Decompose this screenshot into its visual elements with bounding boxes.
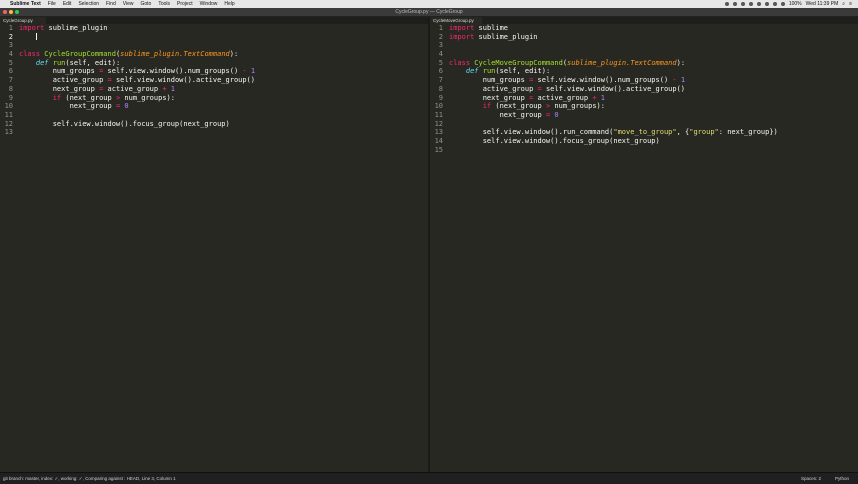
code-line: 13 self.view.window().run_command("move_…: [434, 128, 778, 137]
left-tabbar: CycleGroup.py: [0, 17, 428, 24]
status-icon[interactable]: [764, 2, 769, 6]
menu-file[interactable]: File: [48, 1, 56, 7]
code-line: 4: [438, 50, 443, 59]
code-line: 14 self.view.window().focus_group(next_g…: [434, 136, 660, 145]
menu-help[interactable]: Help: [224, 1, 234, 7]
code-line: 12 self.view.window().focus_group(next_g…: [4, 119, 230, 128]
tab-cyclemovegroup[interactable]: CycleMoveGroup.py: [430, 17, 482, 24]
menu-view[interactable]: View: [123, 1, 134, 7]
code-line: 7 num_groups = self.view.window().num_gr…: [438, 76, 686, 85]
code-line: 4 class CycleGroupCommand(sublime_plugin.…: [8, 50, 239, 59]
code-line: 10 if (next_group > num_groups):: [434, 102, 605, 111]
code-line: 8 next_group = active_group + 1: [8, 84, 175, 93]
code-line: 12: [434, 119, 443, 128]
window-titlebar: CycleGroup.py — CycleGroup: [0, 8, 858, 17]
code-line: 11 next_group = 0: [434, 110, 559, 119]
status-icon[interactable]: [724, 2, 729, 6]
status-icon[interactable]: [748, 2, 753, 6]
syntax-selector[interactable]: Python: [835, 473, 849, 484]
right-tabbar: CycleMoveGroup.py: [430, 17, 858, 24]
tab-cyclegroup[interactable]: CycleGroup.py: [0, 17, 46, 24]
code-line: 15: [434, 145, 443, 154]
code-line: 10 next_group = 0: [4, 102, 129, 111]
code-line: 3: [8, 41, 13, 50]
search-icon[interactable]: ⌕: [842, 1, 845, 7]
git-status: git branch: master, index: ✓, working: ✓…: [3, 476, 176, 481]
cloud-icon[interactable]: [772, 2, 777, 6]
code-line: 1 import sublime: [438, 24, 509, 32]
indentation-setting[interactable]: Spaces: 2: [801, 473, 821, 484]
wifi-icon[interactable]: [780, 2, 785, 6]
status-icon[interactable]: [740, 2, 745, 6]
code-line: 3: [438, 41, 443, 50]
code-line: 5 def run(self, edit):: [8, 58, 121, 67]
code-line: 2: [0, 33, 428, 42]
menu-project[interactable]: Project: [177, 1, 193, 7]
menu-goto[interactable]: Goto: [141, 1, 152, 7]
code-line: 11: [4, 110, 13, 119]
menu-find[interactable]: Find: [106, 1, 116, 7]
clock[interactable]: Wed 11:39 PM: [806, 1, 839, 7]
menu-tools[interactable]: Tools: [158, 1, 170, 7]
menu-edit[interactable]: Edit: [63, 1, 72, 7]
text-cursor: [35, 33, 37, 41]
status-icon[interactable]: [732, 2, 737, 6]
code-line: 13: [4, 128, 13, 137]
editor-pane-right[interactable]: 1 import sublime 2 import sublime_plugin 3…: [430, 24, 858, 472]
code-line: 6 def run(self, edit):: [438, 67, 551, 76]
code-line: 5 class CycleMoveGroupCommand(sublime_plu…: [438, 58, 686, 67]
code-line: 1 import sublime_plugin: [8, 24, 108, 32]
menu-app[interactable]: Sublime Text: [10, 1, 41, 7]
status-icon[interactable]: [756, 2, 761, 6]
status-bar: git branch: master, index: ✓, working: ✓…: [0, 472, 858, 484]
menubar-status-area: 100% Wed 11:39 PM ⌕ ≡: [724, 1, 858, 7]
battery-percent[interactable]: 100%: [789, 1, 802, 7]
mac-menubar: Sublime Text File Edit Selection Find Vi…: [0, 0, 858, 8]
menu-selection[interactable]: Selection: [78, 1, 99, 7]
code-line: 7 active_group = self.view.window().acti…: [8, 76, 256, 85]
code-line: 2 import sublime_plugin: [438, 32, 538, 41]
window-title: CycleGroup.py — CycleGroup: [395, 9, 463, 15]
menu-window[interactable]: Window: [200, 1, 218, 7]
list-icon[interactable]: ≡: [849, 1, 852, 7]
code-line: 8 active_group = self.view.window().acti…: [438, 84, 686, 93]
editor-pane-left[interactable]: 1 import sublime_plugin 2 3 4 class CycleG…: [0, 24, 428, 472]
code-line: 6 num_groups = self.view.window().num_gr…: [8, 67, 256, 76]
code-line: 9 next_group = active_group + 1: [438, 93, 605, 102]
code-line: 9 if (next_group > num_groups):: [8, 93, 175, 102]
